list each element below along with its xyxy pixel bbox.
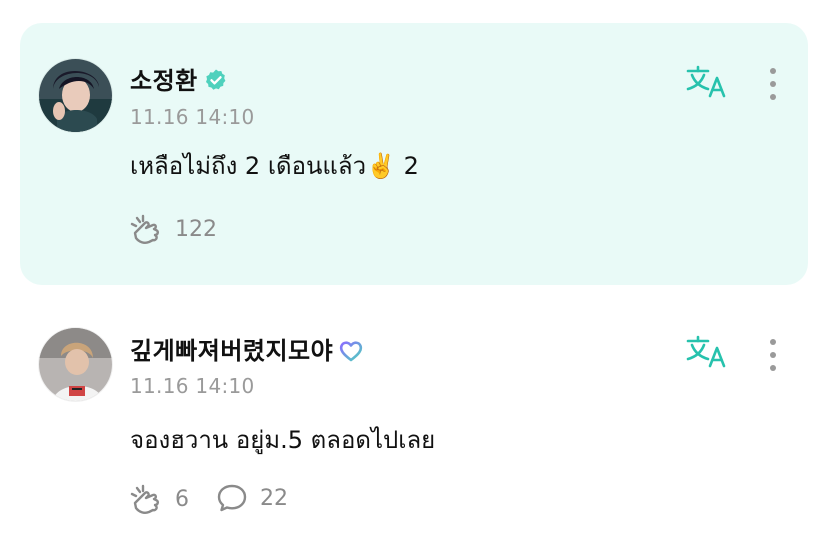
comment-item: 깊게빠져버렸지모야 11.16 14:10 จองฮวาน อยู่ม.5 ตล…: [0, 300, 828, 550]
like-button[interactable]: 122: [129, 213, 217, 245]
avatar[interactable]: [39, 328, 112, 401]
comment-timestamp: 11.16 14:10: [130, 374, 255, 398]
author-name[interactable]: 소정환: [130, 61, 228, 98]
more-vertical-icon[interactable]: [764, 66, 782, 102]
reply-bubble-icon: [217, 484, 247, 512]
comment-timestamp: 11.16 14:10: [130, 105, 255, 129]
translate-icon[interactable]: [686, 65, 728, 99]
reply-button[interactable]: 22: [216, 483, 288, 513]
heart-badge-icon: [339, 340, 363, 368]
reply-count: 22: [260, 485, 288, 511]
like-count: 122: [175, 216, 217, 242]
comment-text: เหลือไม่ถึง 2 เดือนแล้ว✌️ 2: [130, 152, 419, 180]
author-name[interactable]: 깊게빠져버렸지모야: [130, 331, 363, 368]
comment-item: 소정환 11.16 14:10 เหลือไม่ถึง 2 เดือนแล้ว✌…: [0, 23, 828, 285]
verified-check-icon: [204, 68, 228, 98]
more-vertical-icon[interactable]: [764, 337, 782, 373]
like-hand-icon: [130, 484, 159, 514]
like-hand-icon: [130, 214, 159, 244]
like-button[interactable]: 6: [129, 483, 189, 515]
translate-icon[interactable]: [686, 335, 728, 369]
avatar[interactable]: [39, 59, 112, 132]
comment-text: จองฮวาน อยู่ม.5 ตลอดไปเลย: [130, 426, 436, 454]
like-count: 6: [175, 486, 189, 512]
